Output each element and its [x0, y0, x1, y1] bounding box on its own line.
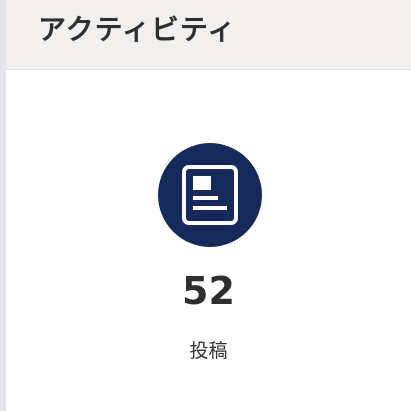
card-body: 52 投稿	[6, 70, 411, 411]
article-icon	[158, 143, 262, 247]
activity-card: アクティビティ 52 投稿	[6, 0, 411, 411]
post-count-label: 投稿	[189, 340, 228, 362]
card-header: アクティビティ	[6, 0, 411, 70]
post-count: 52	[182, 269, 235, 313]
card-title: アクティビティ	[38, 13, 237, 46]
